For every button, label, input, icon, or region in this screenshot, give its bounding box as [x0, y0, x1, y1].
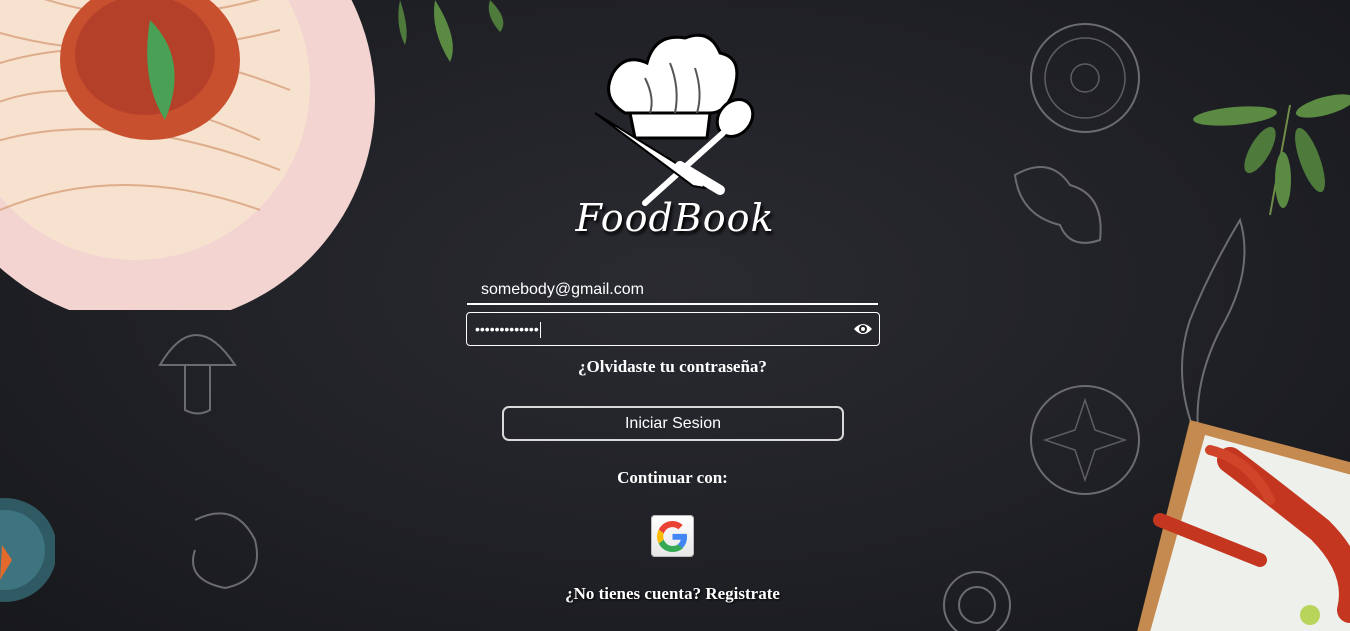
lettuce-sketch-illustration — [1013, 166, 1102, 244]
brand-title: FoodBook — [575, 196, 775, 240]
email-field[interactable]: somebody@gmail.com — [467, 276, 878, 305]
text-caret — [539, 322, 541, 339]
herb-illustration — [1193, 94, 1350, 216]
bowl-illustration — [0, 498, 55, 602]
login-page: FoodBook somebody@gmail.com ••••••••••••… — [0, 0, 1350, 631]
forgot-password-link[interactable]: ¿Olvidaste tu contraseña? — [470, 357, 875, 377]
tomato-sketch-illustration — [1030, 23, 1140, 133]
spaghetti-plate-illustration — [0, 0, 375, 310]
google-icon — [657, 521, 688, 552]
google-login-button[interactable] — [651, 515, 694, 557]
eye-icon[interactable] — [853, 321, 873, 337]
login-button[interactable]: Iniciar Sesion — [502, 406, 844, 441]
continue-with-label: Continuar con: — [617, 468, 728, 487]
leaf-illustration — [398, 0, 504, 62]
register-link[interactable]: ¿No tienes cuenta? Registrate — [470, 584, 875, 604]
pepper-slice-sketch-illustration — [192, 512, 258, 590]
mushroom-sketch-illustration — [158, 334, 237, 415]
password-field[interactable]: ••••••••••••• — [466, 312, 880, 346]
password-value: ••••••••••••• — [475, 321, 539, 337]
lobster-tray-illustration — [1137, 420, 1350, 631]
onion-ring-sketch-illustration — [943, 571, 1011, 631]
